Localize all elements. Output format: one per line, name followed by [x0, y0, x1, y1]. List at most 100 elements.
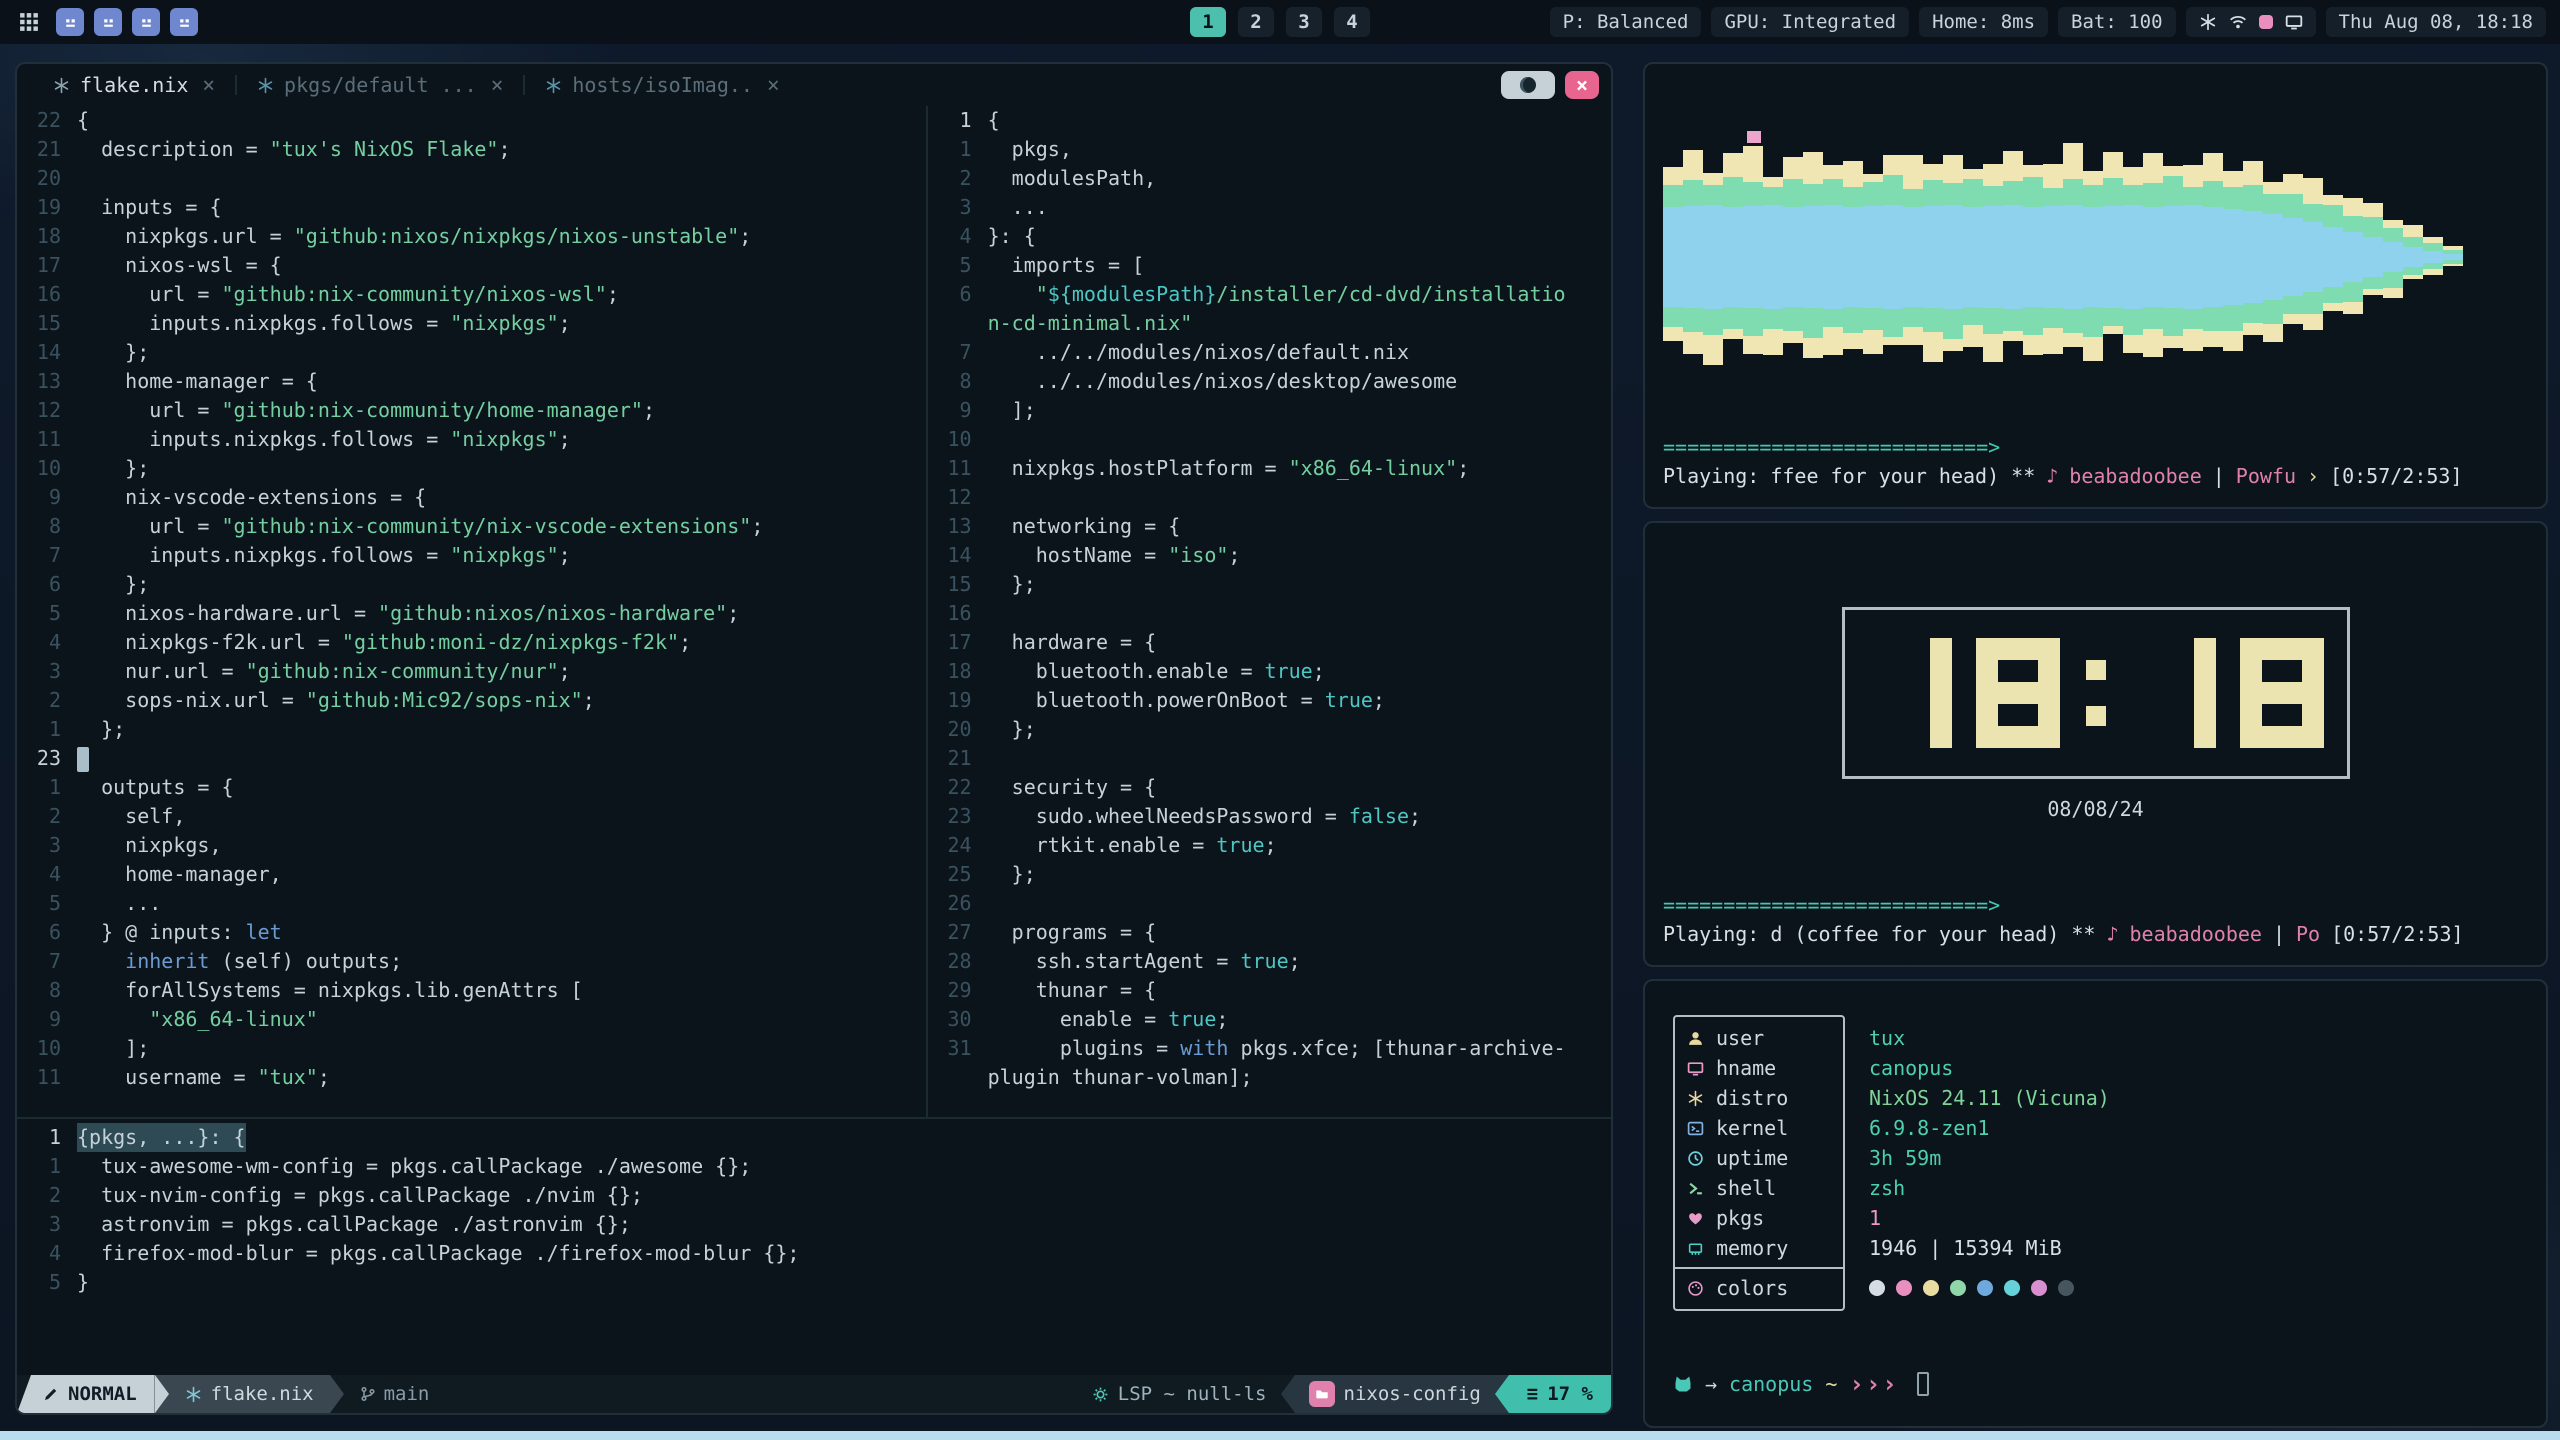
editor-line: 4}: {: [928, 222, 1611, 251]
editor-line: 2 sops-nix.url = "github:Mic92/sops-nix"…: [17, 686, 926, 715]
tag-badge[interactable]: [56, 8, 84, 36]
code-text: self,: [77, 802, 185, 831]
mode-indicator: NORMAL: [17, 1375, 155, 1413]
tab-close-icon[interactable]: ×: [767, 73, 780, 97]
tab-pkgs-default-[interactable]: pkgs/default ...×: [237, 64, 523, 106]
editor-line: 8 url = "github:nix-community/nix-vscode…: [17, 512, 926, 541]
bar-clock: Thu Aug 08, 18:18: [2339, 11, 2533, 33]
viz-bar-core: [1963, 207, 1983, 307]
editor-line: 5 ...: [17, 889, 926, 918]
pane-flake-nix[interactable]: 22{21 description = "tux's NixOS Flake";…: [17, 106, 926, 1117]
viz-bar-mid: [1743, 182, 1763, 206]
line-number: 8: [17, 512, 77, 541]
workspace-button-3[interactable]: 3: [1286, 7, 1322, 37]
line-number: 13: [928, 512, 988, 541]
editor-line: 3 astronvim = pkgs.callPackage ./astronv…: [17, 1210, 1611, 1239]
editor-line: 23: [17, 744, 926, 773]
clock-pill[interactable]: Thu Aug 08, 18:18: [2326, 7, 2546, 37]
code-text: url = "github:nix-community/home-manager…: [77, 396, 655, 425]
shell-prompt[interactable]: → canopus ~ ›››: [1673, 1369, 2528, 1399]
editor-line: 23 sudo.wheelNeedsPassword = false;: [928, 802, 1611, 831]
wifi-icon[interactable]: [2229, 13, 2247, 31]
fetch-value: 1946 | 15394 MiB: [1845, 1233, 2110, 1263]
editor-line: 2 self,: [17, 802, 926, 831]
code-text: };: [77, 715, 125, 744]
tab-flake-nix[interactable]: flake.nix×: [33, 64, 235, 106]
window-close-button[interactable]: ×: [1565, 71, 1599, 99]
viz-bar-core: [1823, 205, 1843, 309]
tab-close-icon[interactable]: ×: [491, 73, 504, 97]
workspace-button-1[interactable]: 1: [1190, 7, 1226, 37]
line-number: 5: [17, 1268, 77, 1297]
clock-digit: [1868, 638, 1952, 748]
code-text: nixos-wsl = {: [77, 251, 282, 280]
status-pill[interactable]: GPU: Integrated: [1711, 7, 1909, 37]
tab-hosts-isoImag-[interactable]: hosts/isoImag..×: [525, 64, 799, 106]
accent-dot-icon[interactable]: [2259, 15, 2273, 29]
viz-bar-mid: [2283, 194, 2303, 218]
ontop-toggle-button[interactable]: [1501, 71, 1555, 99]
viz-bar-mid: [2103, 308, 2123, 326]
line-number: 31: [928, 1034, 988, 1063]
editor-line: 10 ];: [17, 1034, 926, 1063]
editor-line: 8 forAllSystems = nixpkgs.lib.genAttrs [: [17, 976, 926, 1005]
tag-badge[interactable]: [170, 8, 198, 36]
pane-pkgs-default[interactable]: 1{pkgs, ...}: {1 tux-awesome-wm-config =…: [17, 1117, 1611, 1375]
viz-bar-mid: [2183, 309, 2203, 329]
viz-bar-mid: [2343, 282, 2363, 302]
code-text: outputs = {: [77, 773, 234, 802]
progress-arrow: ›: [2307, 462, 2319, 491]
system-fetch: userhnamedistrokerneluptimeshellpkgsmemo…: [1673, 1015, 2528, 1311]
viz-bar-core: [2343, 232, 2363, 282]
viz-bar-mid: [2003, 309, 2023, 331]
viz-bar-tip: [1803, 338, 1823, 358]
editor-line: 12: [928, 483, 1611, 512]
fetch-label: colors: [1716, 1276, 1788, 1300]
nix-icon[interactable]: [2199, 13, 2217, 31]
color-dot: [1950, 1280, 1966, 1296]
viz-bar-tip: [2343, 198, 2363, 216]
status-pill[interactable]: P: Balanced: [1550, 7, 1702, 37]
viz-bar-core: [1703, 205, 1723, 309]
tray-icons-pill[interactable]: [2186, 7, 2316, 37]
workspace-button-4[interactable]: 4: [1334, 7, 1370, 37]
viz-bar-tip: [2383, 288, 2403, 298]
viz-bar-tip: [2143, 153, 2163, 183]
editor-line: 9 ];: [928, 396, 1611, 425]
editor-line: 6 };: [17, 570, 926, 599]
viz-bar-core: [1763, 205, 1783, 309]
viz-bar-tip: [1923, 164, 1943, 180]
viz-bar-core: [2083, 207, 2103, 307]
viz-bar-mid: [1943, 183, 1963, 205]
tag-badge[interactable]: [94, 8, 122, 36]
project-label: nixos-config: [1344, 1383, 1481, 1405]
viz-bar-tip: [1743, 146, 1763, 182]
code-text: bluetooth.powerOnBoot = true;: [988, 686, 1385, 715]
editor-line: 14 hostName = "iso";: [928, 541, 1611, 570]
pane-iso-image[interactable]: 1{1 pkgs,2 modulesPath,3 ...4}: {5 impor…: [926, 106, 1611, 1117]
status-pill[interactable]: Bat: 100: [2058, 7, 2176, 37]
app-launcher-icon[interactable]: [14, 7, 44, 37]
tag-badge[interactable]: [132, 8, 160, 36]
status-pill[interactable]: Home: 8ms: [1919, 7, 2048, 37]
display-icon[interactable]: [2285, 13, 2303, 31]
viz-bar-core: [2063, 205, 2083, 309]
editor-line: 1 tux-awesome-wm-config = pkgs.callPacka…: [17, 1152, 1611, 1181]
viz-bar-tip: [2303, 178, 2323, 204]
line-number: 25: [928, 860, 988, 889]
tabs: flake.nix×pkgs/default ...×hosts/isoImag…: [33, 64, 800, 106]
viz-bar-mid: [1703, 309, 1723, 335]
workspace-button-2[interactable]: 2: [1238, 7, 1274, 37]
line-number: 28: [928, 947, 988, 976]
prompt-path: ~: [1825, 1372, 1837, 1396]
line-number: 6: [17, 570, 77, 599]
viz-bar-mid: [2183, 187, 2203, 205]
code-text: enable = true;: [988, 1005, 1229, 1034]
editor-line: 19 inputs = {: [17, 193, 926, 222]
code-text: ...: [77, 889, 161, 918]
editor-line: 3 nixpkgs,: [17, 831, 926, 860]
viz-bar-mid: [1723, 177, 1743, 207]
code-text: astronvim = pkgs.callPackage ./astronvim…: [77, 1210, 631, 1239]
fetch-row: distro: [1675, 1083, 1843, 1113]
tab-close-icon[interactable]: ×: [202, 73, 215, 97]
